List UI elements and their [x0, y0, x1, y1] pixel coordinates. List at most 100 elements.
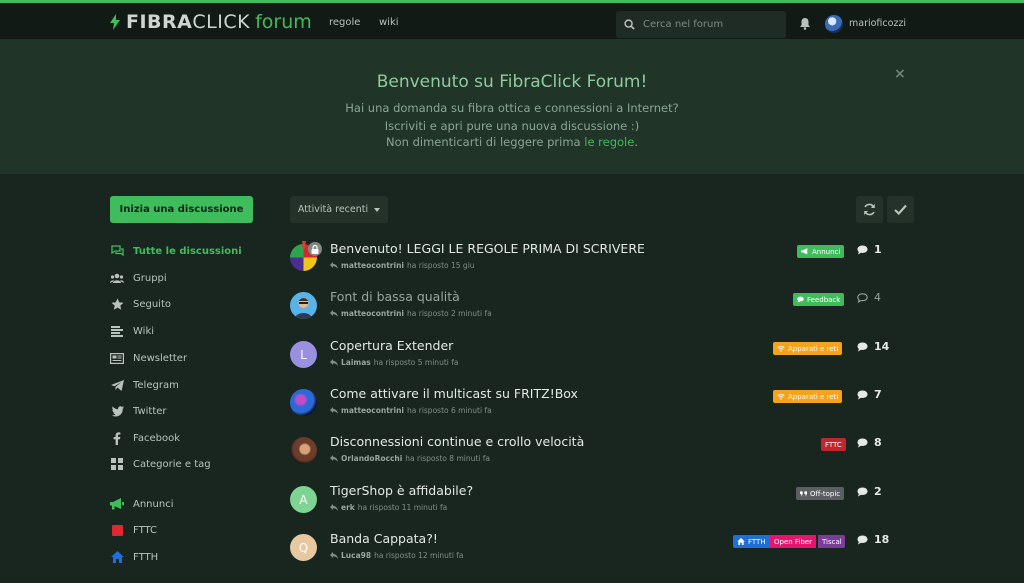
search-box[interactable] — [616, 11, 786, 38]
sidebar-item-all-discussions[interactable]: Tutte le discussioni — [110, 243, 242, 259]
discussion-title[interactable]: Disconnessioni continue e crollo velocit… — [330, 434, 584, 449]
reply-count-value: 1 — [874, 243, 882, 256]
username[interactable]: marioficozzi — [849, 18, 906, 29]
discussion-time: 8 minuti fa — [449, 454, 490, 463]
site-logo[interactable]: FIBRA CLICK forum — [110, 11, 312, 33]
sidebar-item-twitter[interactable]: Twitter — [110, 403, 167, 419]
discussion-title[interactable]: Benvenuto! LEGGI LE REGOLE PRIMA DI SCRI… — [330, 241, 645, 256]
notifications-bell-icon[interactable] — [799, 17, 811, 30]
discussion-avatar[interactable]: L — [290, 341, 317, 368]
discussion-user[interactable]: matteocontrini — [341, 406, 404, 415]
discussion-time: 2 minuti fa — [451, 309, 492, 318]
reply-icon — [330, 359, 338, 366]
square-tag-icon — [110, 523, 124, 537]
sidebar-item-label: Annunci — [133, 498, 174, 510]
comment-outline-icon — [857, 292, 868, 303]
sidebar-item-newsletter[interactable]: Newsletter — [110, 350, 187, 366]
mark-all-read-button[interactable] — [887, 196, 914, 223]
sidebar-item-fttc[interactable]: FTTC — [110, 522, 157, 538]
sidebar-item-groups[interactable]: Gruppi — [110, 270, 167, 286]
discussion-meta: matteocontrini ha risposto 15 giu — [330, 261, 475, 270]
tag-open-fiber[interactable]: Open Fiber — [770, 535, 817, 548]
sidebar-item-categories[interactable]: Categorie e tag — [110, 456, 211, 472]
discussion-user[interactable]: matteocontrini — [341, 261, 404, 270]
close-hero-button[interactable]: × — [894, 66, 906, 82]
discussion-title[interactable]: Banda Cappata?! — [330, 531, 438, 546]
tag-off-topic[interactable]: Off-topic — [796, 487, 845, 500]
discussion-avatar[interactable]: Q — [290, 534, 317, 561]
discussion-action: ha risposto — [407, 406, 449, 415]
grid-icon — [110, 457, 124, 471]
discussion-user[interactable]: Luca98 — [341, 551, 371, 560]
tag-apparati-e-reti[interactable]: Apparati e reti — [773, 390, 843, 403]
discussion-meta: matteocontrini ha risposto 6 minuti fa — [330, 406, 492, 415]
lightning-icon — [110, 14, 120, 30]
discussion-user[interactable]: erk — [341, 503, 355, 512]
discussion-item[interactable]: Disconnessioni continue e crollo velocit… — [290, 433, 914, 473]
tag-label: FTTH — [748, 537, 766, 546]
sidebar-item-label: Categorie e tag — [133, 458, 211, 470]
discussion-avatar[interactable] — [290, 292, 317, 319]
tag-label: Apparati e reti — [788, 344, 839, 353]
tag-ftth[interactable]: FTTH — [733, 535, 770, 548]
reply-count: 7 — [857, 388, 882, 401]
discussion-title[interactable]: TigerShop è affidabile? — [330, 483, 473, 498]
comment-icon — [857, 342, 868, 351]
sidebar-item-annunci[interactable]: Annunci — [110, 496, 173, 512]
discussion-item[interactable]: Font di bassa qualità matteocontrini ha … — [290, 288, 914, 328]
users-icon — [110, 271, 124, 285]
discussion-title[interactable]: Come attivare il multicast su FRITZ!Box — [330, 386, 578, 401]
tag-apparati-e-reti[interactable]: Apparati e reti — [773, 342, 843, 355]
sidebar-item-telegram[interactable]: Telegram — [110, 377, 179, 393]
megaphone-icon — [110, 497, 124, 511]
discussion-title[interactable]: Font di bassa qualità — [330, 289, 460, 304]
sidebar-item-label: Telegram — [133, 379, 179, 391]
quote-icon — [800, 490, 807, 497]
discussion-user[interactable]: OrlandoRocchi — [341, 454, 402, 463]
discussion-item[interactable]: Q Banda Cappata?! Luca98 ha risposto 12 … — [290, 530, 914, 570]
sidebar-item-label: Wiki — [133, 325, 155, 337]
nav-regole[interactable]: regole — [329, 17, 360, 28]
sidebar-item-label: Twitter — [133, 405, 167, 417]
user-avatar[interactable] — [825, 15, 843, 33]
star-icon — [110, 297, 124, 311]
refresh-button[interactable] — [856, 196, 883, 223]
discussion-item[interactable]: A TigerShop è affidabile? erk ha rispost… — [290, 482, 914, 522]
sidebar-item-facebook[interactable]: Facebook — [110, 430, 180, 446]
discussion-avatar[interactable]: A — [290, 486, 317, 513]
rules-link[interactable]: le regole — [584, 135, 634, 149]
hero-line-3-end: . — [634, 135, 638, 149]
discussion-time: 15 giu — [451, 261, 475, 270]
discussion-item[interactable]: L Copertura Extender Laimas ha risposto … — [290, 337, 914, 377]
avatar-letter: A — [299, 492, 308, 507]
tag-annunci[interactable]: Annunci — [797, 245, 845, 258]
sort-dropdown[interactable]: Attività recenti — [290, 196, 388, 223]
discussion-item[interactable]: Benvenuto! LEGGI LE REGOLE PRIMA DI SCRI… — [290, 240, 914, 280]
start-discussion-button[interactable]: Inizia una discussione — [110, 196, 253, 223]
discussion-item[interactable]: Come attivare il multicast su FRITZ!Box … — [290, 385, 914, 425]
tag-fttc[interactable]: FTTC — [821, 438, 846, 451]
tag-label: Tiscal — [822, 537, 842, 546]
sidebar-item-ftth[interactable]: FTTH — [110, 549, 158, 565]
comments-icon — [110, 244, 124, 258]
reply-icon — [330, 262, 338, 269]
sidebar-item-wiki[interactable]: Wiki — [110, 323, 154, 339]
discussion-avatar[interactable] — [290, 437, 317, 464]
discussion-user[interactable]: Laimas — [341, 358, 371, 367]
sidebar-item-label: FTTH — [133, 551, 159, 563]
hero-line-3-text: Non dimenticarti di leggere prima — [386, 135, 585, 149]
search-input[interactable] — [641, 18, 775, 31]
nav-wiki[interactable]: wiki — [379, 17, 399, 28]
tag-label: FTTC — [825, 440, 842, 449]
caret-down-icon — [374, 207, 381, 212]
comment-icon — [857, 390, 868, 399]
sidebar-item-label: Gruppi — [133, 272, 167, 284]
tag-feedback[interactable]: Feedback — [793, 293, 845, 306]
discussion-avatar[interactable] — [290, 389, 317, 416]
discussion-user[interactable]: matteocontrini — [341, 309, 404, 318]
discussion-title[interactable]: Copertura Extender — [330, 338, 453, 353]
sidebar-item-following[interactable]: Seguito — [110, 296, 171, 312]
discussion-time: 5 minuti fa — [417, 358, 459, 367]
tag-tiscali[interactable]: Tiscal — [818, 535, 845, 548]
sidebar-item-label: Facebook — [133, 432, 180, 444]
